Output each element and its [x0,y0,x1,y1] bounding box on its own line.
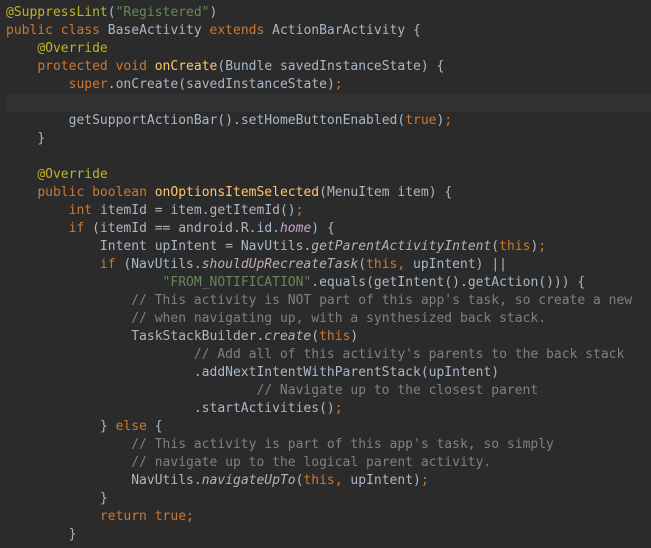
comment: // This activity is NOT part of this app… [131,293,632,308]
annotation-override: @Override [37,41,107,56]
kw-public: public [6,23,53,38]
comment: // when navigating up, with a synthesize… [131,311,546,326]
comment: // This activity is part of this app's t… [131,437,554,452]
code-editor[interactable]: @SuppressLint("Registered") public class… [6,4,651,544]
kw-extends: extends [210,23,265,38]
highlighted-line [6,94,651,112]
annotation: @SuppressLint [6,5,108,20]
comment: // Add all of this activity's parents to… [194,347,624,362]
method-onoptionsitemselected: onOptionsItemSelected [155,185,319,200]
class-name: BaseActivity [108,23,202,38]
method-oncreate: onCreate [155,59,218,74]
kw-class: class [61,23,100,38]
parent-class: ActionBarActivity [272,23,405,38]
annotation-arg: "Registered" [116,5,210,20]
comment: // navigate up to the logical parent act… [131,455,491,470]
comment: // Navigate up to the closest parent [256,383,538,398]
